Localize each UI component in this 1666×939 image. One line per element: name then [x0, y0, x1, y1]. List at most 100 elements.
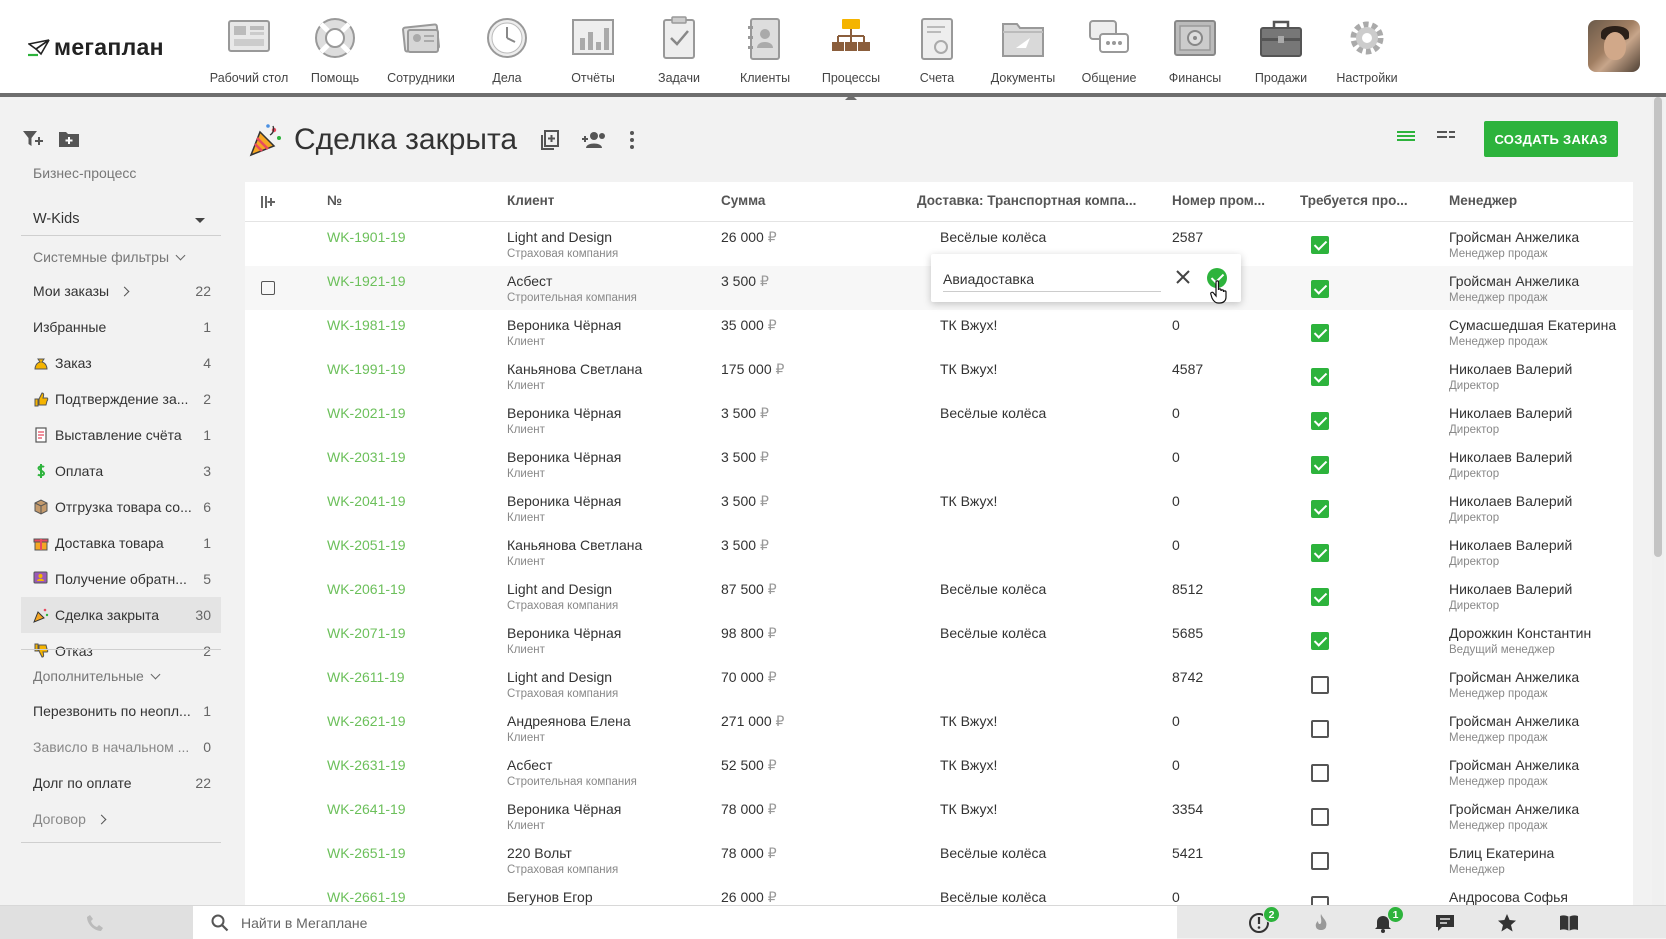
column-header-manager[interactable]: Менеджер — [1449, 193, 1517, 208]
filter-add-icon[interactable] — [22, 129, 44, 149]
required-checkbox[interactable] — [1311, 764, 1329, 782]
compact-view-icon[interactable] — [1436, 128, 1456, 144]
promo-number[interactable]: 0 — [1172, 889, 1180, 905]
manager-name[interactable]: Николаев Валерий — [1449, 361, 1572, 377]
manager-name[interactable]: Гройсман Анжелика — [1449, 713, 1579, 729]
sidebar-filter-item[interactable]: Сделка закрыта 30 — [21, 597, 221, 633]
delivery-company[interactable]: Весёлые колёса — [940, 405, 1046, 421]
create-order-button[interactable]: СОЗДАТЬ ЗАКАЗ — [1484, 121, 1618, 157]
chat-button[interactable] — [1414, 910, 1476, 936]
deal-number-link[interactable]: WK-2071-19 — [327, 625, 406, 641]
sidebar-filter-item[interactable]: Зависло в начальном ... 0 — [21, 729, 221, 765]
table-row[interactable]: WK-2661-19 Бегунов Егор 26 000 ₽ Весёлые ко… — [245, 882, 1633, 905]
nav-item-safe[interactable]: Финансы — [1152, 10, 1238, 92]
sidebar-filter-item[interactable]: Избранные 1 — [21, 309, 221, 345]
sidebar-filter-item[interactable]: Отказ 2 — [21, 633, 221, 669]
promo-number[interactable]: 0 — [1172, 757, 1180, 773]
book-button[interactable] — [1538, 910, 1600, 936]
sidebar-filter-item[interactable]: Мои заказы 22 — [21, 273, 221, 309]
sidebar-filter-item[interactable]: Выставление счёта 1 — [21, 417, 221, 453]
deal-number-link[interactable]: WK-2611-19 — [327, 669, 405, 685]
table-row[interactable]: WK-2051-19 Каньянова Светлана Клиент 3 500 … — [245, 530, 1633, 574]
delivery-company[interactable]: ТК Вжух! — [940, 361, 997, 377]
promo-number[interactable]: 5685 — [1172, 625, 1203, 641]
table-row[interactable]: WK-2041-19 Вероника Чёрная Клиент 3 500 ₽ ТК… — [245, 486, 1633, 530]
delivery-company[interactable]: Весёлые колёса — [940, 889, 1046, 905]
sidebar-filter-item[interactable]: Получение обратн... 5 — [21, 561, 221, 597]
nav-item-invoice[interactable]: Счета — [894, 10, 980, 92]
deal-number-link[interactable]: WK-2031-19 — [327, 449, 406, 465]
copy-icon[interactable] — [539, 129, 561, 151]
manager-name[interactable]: Николаев Валерий — [1449, 581, 1572, 597]
delivery-company[interactable]: Весёлые колёса — [940, 625, 1046, 641]
sidebar-filter-item[interactable]: Отгрузка товара со... 6 — [21, 489, 221, 525]
phone-icon[interactable] — [86, 914, 104, 932]
client-name[interactable]: Асбест — [507, 757, 552, 773]
delivery-company[interactable]: Весёлые колёса — [940, 845, 1046, 861]
delivery-company[interactable]: ТК Вжух! — [940, 801, 997, 817]
promo-number[interactable]: 8742 — [1172, 669, 1203, 685]
promo-number[interactable]: 5421 — [1172, 845, 1203, 861]
delivery-company[interactable]: ТК Вжух! — [940, 317, 997, 333]
manager-name[interactable]: Николаев Валерий — [1449, 405, 1572, 421]
required-checkbox[interactable] — [1311, 676, 1329, 694]
required-checkbox[interactable] — [1311, 896, 1329, 905]
sidebar-filter-item[interactable]: Долг по оплате 22 — [21, 765, 221, 801]
column-header-client[interactable]: Клиент — [507, 193, 554, 208]
table-row[interactable]: WK-2611-19 Light and Design Страховая комп… — [245, 662, 1633, 706]
system-filters-toggle[interactable]: Системные фильтры — [33, 249, 186, 265]
nav-item-briefcase[interactable]: Продажи — [1238, 10, 1324, 92]
nav-item-chat-bubbles[interactable]: Общение — [1066, 10, 1152, 92]
required-checkbox[interactable] — [1311, 544, 1329, 562]
column-settings-icon[interactable] — [260, 195, 276, 209]
process-select[interactable]: W-Kids — [33, 211, 205, 227]
required-checkbox[interactable] — [1311, 808, 1329, 826]
app-logo[interactable]: мегаплан — [28, 34, 164, 61]
manager-name[interactable]: Николаев Валерий — [1449, 449, 1572, 465]
promo-number[interactable]: 2587 — [1172, 229, 1203, 245]
promo-number[interactable]: 0 — [1172, 449, 1180, 465]
phone-zone[interactable] — [0, 906, 193, 939]
manager-name[interactable]: Блиц Екатерина — [1449, 845, 1554, 861]
required-checkbox[interactable] — [1311, 412, 1329, 430]
column-header-required[interactable]: Требуется про... — [1300, 193, 1408, 208]
column-header-num[interactable]: № — [327, 193, 342, 208]
client-name[interactable]: Вероника Чёрная — [507, 317, 621, 333]
client-name[interactable]: Light and Design — [507, 229, 612, 245]
required-checkbox[interactable] — [1311, 632, 1329, 650]
deal-number-link[interactable]: WK-1981-19 — [327, 317, 406, 333]
deal-number-link[interactable]: WK-1991-19 — [327, 361, 406, 377]
deal-number-link[interactable]: WK-1901-19 — [327, 229, 406, 245]
client-name[interactable]: Каньянова Светлана — [507, 361, 642, 377]
client-name[interactable]: Бегунов Егор — [507, 889, 593, 905]
deal-number-link[interactable]: WK-2631-19 — [327, 757, 406, 773]
more-vertical-icon[interactable] — [627, 130, 637, 150]
add-user-icon[interactable] — [581, 130, 607, 150]
promo-number[interactable]: 0 — [1172, 405, 1180, 421]
required-checkbox[interactable] — [1311, 280, 1329, 298]
deal-number-link[interactable]: WK-1921-19 — [327, 273, 406, 289]
promo-number[interactable]: 0 — [1172, 713, 1180, 729]
delivery-company[interactable]: Весёлые колёса — [940, 581, 1046, 597]
deal-number-link[interactable]: WK-2061-19 — [327, 581, 406, 597]
nav-item-lifebuoy[interactable]: Помощь — [292, 10, 378, 92]
promo-number[interactable]: 0 — [1172, 493, 1180, 509]
promo-number[interactable]: 8512 — [1172, 581, 1203, 597]
client-name[interactable]: Вероника Чёрная — [507, 493, 621, 509]
required-checkbox[interactable] — [1311, 324, 1329, 342]
nav-item-reports-chart[interactable]: Отчёты — [550, 10, 636, 92]
page-scrollbar[interactable] — [1652, 97, 1664, 905]
nav-item-desktop[interactable]: Рабочий стол — [206, 10, 292, 92]
table-row[interactable]: WK-2021-19 Вероника Чёрная Клиент 3 500 ₽ Ве… — [245, 398, 1633, 442]
manager-name[interactable]: Гройсман Анжелика — [1449, 801, 1579, 817]
nav-item-employees[interactable]: Сотрудники — [378, 10, 464, 92]
row-select-checkbox[interactable] — [261, 281, 275, 295]
required-checkbox[interactable] — [1311, 236, 1329, 254]
star-button[interactable] — [1476, 910, 1538, 936]
client-name[interactable]: Вероника Чёрная — [507, 625, 621, 641]
promo-number[interactable]: 0 — [1172, 317, 1180, 333]
user-avatar[interactable] — [1588, 20, 1640, 72]
required-checkbox[interactable] — [1311, 588, 1329, 606]
sidebar-filter-item[interactable]: Перезвонить по неопл... 1 — [21, 693, 221, 729]
table-row[interactable]: WK-1981-19 Вероника Чёрная Клиент 35 000 ₽ Т… — [245, 310, 1633, 354]
